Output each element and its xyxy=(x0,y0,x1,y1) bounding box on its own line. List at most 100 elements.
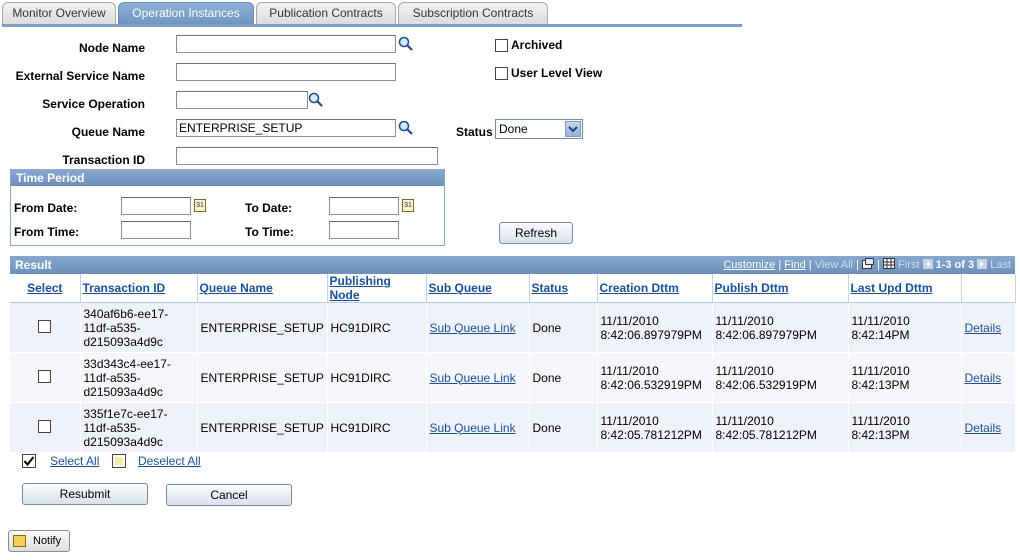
publishing-node-cell: HC91DIRC xyxy=(327,302,427,353)
publish-dttm-cell: 11/11/2010 8:42:06.532919PM xyxy=(712,352,849,403)
cancel-button[interactable]: Cancel xyxy=(166,484,292,506)
node-name-lookup-icon[interactable] xyxy=(398,36,414,52)
new-window-icon[interactable] xyxy=(862,258,874,269)
row-range: 1-3 of 3 xyxy=(935,259,975,271)
deselect-all-icon[interactable] xyxy=(112,454,126,468)
grid-navigation: Customize | Find | View All | | First 1-… xyxy=(723,256,1011,274)
sub-queue-link[interactable]: Sub Queue Link xyxy=(430,321,516,335)
previous-arrow-icon xyxy=(922,259,933,269)
column-header-select[interactable]: Select xyxy=(27,281,62,295)
result-grid-header: Result Customize | Find | View All | | F… xyxy=(10,256,1015,274)
customize-link[interactable]: Customize xyxy=(723,259,775,271)
result-table: Select Transaction ID Queue Name Publish… xyxy=(10,274,1016,453)
view-all-link: View All xyxy=(814,259,854,271)
publishing-node-cell: HC91DIRC xyxy=(327,402,427,453)
column-header-details xyxy=(961,274,1016,303)
node-name-label: Node Name xyxy=(78,41,145,55)
column-header-creation-dttm[interactable]: Creation Dttm xyxy=(600,281,679,295)
tab-operation-instances[interactable]: Operation Instances xyxy=(118,2,254,26)
details-link[interactable]: Details xyxy=(965,421,1002,435)
last-upd-dttm-cell: 11/11/2010 8:42:13PM xyxy=(848,402,962,453)
status-label: Status xyxy=(456,125,493,139)
sub-queue-link[interactable]: Sub Queue Link xyxy=(430,371,516,385)
service-operation-input[interactable] xyxy=(176,91,308,109)
status-cell: Done xyxy=(529,352,598,403)
tab-monitor-overview[interactable]: Monitor Overview xyxy=(2,2,116,24)
table-row: 335f1e7c-ee17-11df-a535-d215093a4d9c ENT… xyxy=(10,402,1016,453)
last-link: Last xyxy=(990,259,1011,271)
creation-dttm-cell: 11/11/2010 8:42:06.532919PM xyxy=(597,352,713,403)
select-all-icon[interactable] xyxy=(22,454,36,468)
notify-button[interactable]: Notify xyxy=(8,530,70,552)
column-header-publishing-node[interactable]: Publishing Node xyxy=(330,274,391,302)
publish-dttm-cell: 11/11/2010 8:42:05.781212PM xyxy=(712,402,849,453)
service-operation-lookup-icon[interactable] xyxy=(308,92,324,108)
transaction-id-input[interactable] xyxy=(176,147,438,165)
last-upd-dttm-cell: 11/11/2010 8:42:13PM xyxy=(848,352,962,403)
queue-name-cell: ENTERPRISE_SETUP xyxy=(197,302,328,353)
column-header-publish-dttm[interactable]: Publish Dttm xyxy=(715,281,789,295)
details-link[interactable]: Details xyxy=(965,321,1002,335)
deselect-all-link[interactable]: Deselect All xyxy=(138,454,201,468)
transaction-id-cell: 335f1e7c-ee17-11df-a535-d215093a4d9c xyxy=(80,402,198,453)
column-header-sub-queue[interactable]: Sub Queue xyxy=(429,281,492,295)
status-cell: Done xyxy=(529,302,598,353)
status-select[interactable]: Done xyxy=(495,119,583,139)
notify-label: Notify xyxy=(33,535,62,547)
tab-underline xyxy=(2,24,742,27)
column-header-transaction-id[interactable]: Transaction ID xyxy=(83,281,166,295)
result-grid: Result Customize | Find | View All | | F… xyxy=(10,256,1016,453)
to-date-calendar-icon[interactable]: 31 xyxy=(402,199,414,212)
nav-separator: | xyxy=(877,259,880,271)
tab-subscription-contracts[interactable]: Subscription Contracts xyxy=(398,2,548,24)
archived-checkbox[interactable] xyxy=(495,39,508,52)
queue-name-cell: ENTERPRISE_SETUP xyxy=(197,352,328,403)
row-select-checkbox[interactable] xyxy=(38,369,52,383)
user-level-view-checkbox[interactable] xyxy=(495,67,508,80)
queue-name-cell: ENTERPRISE_SETUP xyxy=(197,402,328,453)
publish-dttm-cell: 11/11/2010 8:42:06.897979PM xyxy=(712,302,849,353)
service-operation-label: Service Operation xyxy=(42,97,145,111)
to-date-input[interactable] xyxy=(329,197,399,215)
queue-name-input[interactable] xyxy=(176,119,396,137)
tab-publication-contracts[interactable]: Publication Contracts xyxy=(256,2,396,24)
queue-name-lookup-icon[interactable] xyxy=(398,120,414,136)
sub-queue-link[interactable]: Sub Queue Link xyxy=(430,421,516,435)
download-grid-icon[interactable] xyxy=(882,258,895,269)
first-link: First xyxy=(898,259,920,271)
from-date-input[interactable] xyxy=(121,197,191,215)
find-link[interactable]: Find xyxy=(784,259,805,271)
transaction-id-label: Transaction ID xyxy=(62,153,145,167)
next-arrow-icon xyxy=(977,259,988,269)
status-select-value: Done xyxy=(499,122,528,136)
external-service-label: External Service Name xyxy=(15,69,145,83)
from-time-input[interactable] xyxy=(121,221,191,239)
nav-separator: | xyxy=(778,259,782,271)
queue-name-label: Queue Name xyxy=(71,125,145,139)
column-header-queue-name[interactable]: Queue Name xyxy=(200,281,273,295)
row-select-checkbox[interactable] xyxy=(38,319,52,333)
last-upd-dttm-cell: 11/11/2010 8:42:14PM xyxy=(848,302,962,353)
transaction-id-cell: 33d343c4-ee17-11df-a535-d215093a4d9c xyxy=(80,352,198,403)
external-service-input[interactable] xyxy=(176,63,396,81)
to-time-label: To Time: xyxy=(245,225,294,239)
time-period-title: Time Period xyxy=(11,170,444,186)
status-cell: Done xyxy=(529,402,598,453)
from-date-calendar-icon[interactable]: 31 xyxy=(194,199,206,212)
select-all-link[interactable]: Select All xyxy=(50,454,99,468)
details-link[interactable]: Details xyxy=(965,371,1002,385)
to-date-label: To Date: xyxy=(245,201,293,215)
nav-separator: | xyxy=(856,259,859,271)
from-date-label: From Date: xyxy=(14,201,78,215)
resubmit-button[interactable]: Resubmit xyxy=(22,483,148,505)
row-select-checkbox[interactable] xyxy=(38,419,52,433)
table-header-row: Select Transaction ID Queue Name Publish… xyxy=(10,274,1016,303)
notify-icon xyxy=(13,535,26,547)
node-name-input[interactable] xyxy=(176,35,396,53)
refresh-button[interactable]: Refresh xyxy=(499,222,573,244)
column-header-last-upd-dttm[interactable]: Last Upd Dttm xyxy=(851,281,933,295)
to-time-input[interactable] xyxy=(329,221,399,239)
column-header-status[interactable]: Status xyxy=(532,281,569,295)
chevron-down-icon[interactable] xyxy=(565,121,581,137)
from-time-label: From Time: xyxy=(14,225,80,239)
